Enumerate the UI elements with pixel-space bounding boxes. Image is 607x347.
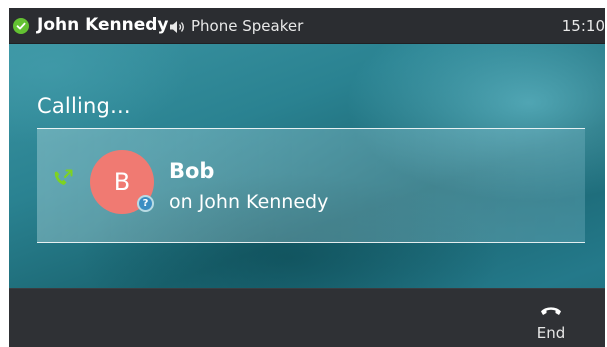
call-state-label: Calling... (37, 94, 131, 118)
speaker-icon (169, 19, 187, 33)
end-call-button[interactable]: End (516, 289, 586, 347)
phone-display: John Kennedy Phone Speaker 15:10 Calling… (0, 0, 607, 347)
status-bar: John Kennedy Phone Speaker 15:10 (9, 8, 605, 44)
outgoing-call-icon (51, 167, 75, 189)
check-circle-icon (13, 18, 29, 34)
contact-name: Bob (169, 159, 215, 183)
line-info: on John Kennedy (169, 191, 329, 213)
end-call-label: End (536, 324, 566, 342)
question-mark-glyph: ? (142, 198, 149, 209)
softkey-bar: End (9, 288, 605, 347)
question-mark-icon: ? (137, 195, 154, 212)
clock: 15:10 (561, 17, 605, 35)
audio-mode-label: Phone Speaker (191, 17, 304, 35)
account-name: John Kennedy (37, 15, 169, 35)
call-screen: John Kennedy Phone Speaker 15:10 Calling… (9, 8, 605, 347)
hang-up-icon (540, 302, 562, 315)
call-card[interactable]: B ? Bob on John Kennedy (37, 128, 585, 243)
